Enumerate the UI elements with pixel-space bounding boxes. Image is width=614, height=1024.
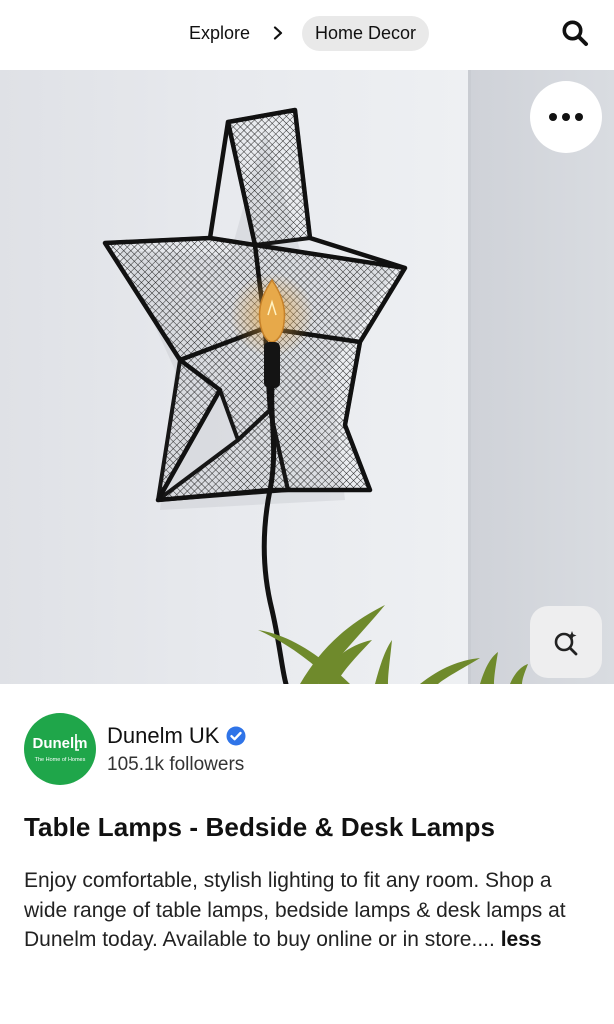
creator-name-row: Dunelm UK: [107, 723, 246, 749]
pin-image[interactable]: [0, 70, 614, 684]
creator-info: Dunelm UK 105.1k followers: [107, 723, 246, 776]
pin-title: Table Lamps - Bedside & Desk Lamps: [24, 812, 496, 842]
creator-name[interactable]: Dunelm UK: [107, 723, 219, 749]
dunelm-logo: Dunelm The Home of Homes: [32, 734, 88, 763]
star-lamp-photo: [0, 70, 614, 684]
breadcrumb-explore[interactable]: Explore: [185, 23, 254, 44]
pin-description-text: Enjoy comfortable, stylish lighting to f…: [24, 869, 566, 951]
more-options-dot: [562, 113, 570, 121]
verified-badge-icon: [226, 726, 246, 745]
search-icon: [562, 20, 588, 46]
visual-search-icon: [554, 631, 578, 656]
chevron-right-icon: [268, 23, 288, 43]
logo-text: Dunelm: [32, 735, 87, 752]
pin-description: Enjoy comfortable, stylish lighting to f…: [24, 866, 590, 955]
top-bar: Explore Home Decor: [0, 0, 614, 70]
visual-search-button[interactable]: [530, 606, 602, 678]
avatar[interactable]: Dunelm The Home of Homes: [24, 713, 96, 785]
more-options-button[interactable]: [530, 81, 602, 153]
creator-row[interactable]: Dunelm The Home of Homes Dunelm UK 105.1…: [24, 712, 246, 786]
less-link[interactable]: less: [501, 928, 542, 951]
more-options-dot: [575, 113, 583, 121]
breadcrumb-home-decor[interactable]: Home Decor: [302, 15, 430, 51]
search-button[interactable]: [558, 16, 592, 50]
breadcrumb: Explore Home Decor: [0, 15, 614, 51]
more-options-icon: [549, 113, 557, 121]
logo-tagline: The Home of Homes: [35, 757, 86, 763]
follower-count: 105.1k followers: [107, 753, 245, 775]
